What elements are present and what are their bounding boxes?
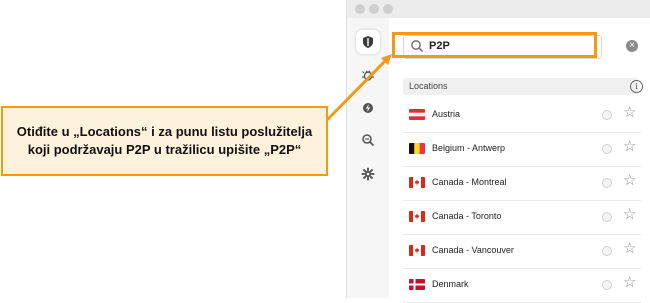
instruction-callout: Otiđite u „Locations“ i za punu listu po… [1,106,328,176]
callout-text: Otiđite u „Locations“ i za punu listu po… [16,124,313,157]
